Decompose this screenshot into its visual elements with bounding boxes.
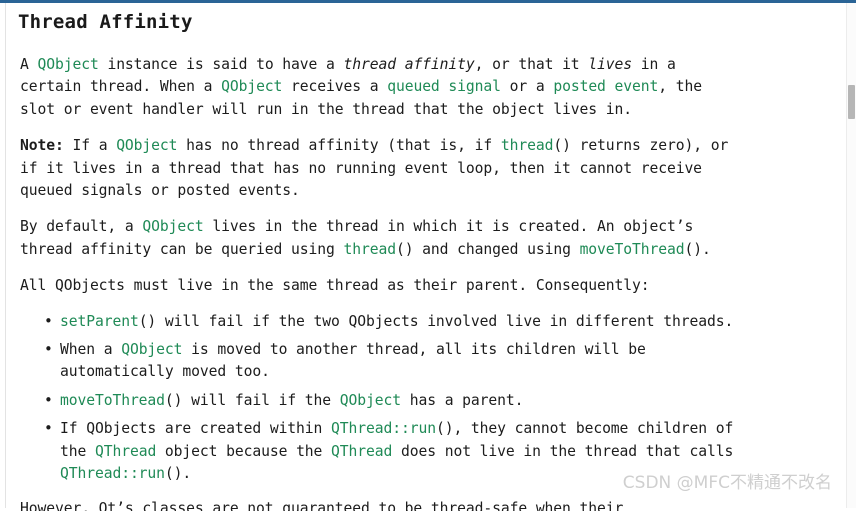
list-item: If QObjects are created within QThread::… bbox=[44, 418, 825, 485]
emphasis-lives: lives bbox=[588, 56, 633, 73]
link-qthread-run[interactable]: QThread::run bbox=[60, 465, 165, 482]
text-run: By default, a bbox=[20, 218, 143, 236]
text-run: object because the bbox=[156, 442, 332, 460]
link-thread[interactable]: thread bbox=[343, 241, 396, 258]
text-run: If a bbox=[63, 137, 117, 155]
vertical-scrollbar[interactable] bbox=[846, 3, 856, 508]
text-run: does not live in the thread that calls bbox=[400, 442, 734, 460]
page-title: Thread Affinity bbox=[18, 11, 193, 33]
text-run: receives a bbox=[282, 78, 388, 96]
document-body: Thread Affinity A QObject instance is sa… bbox=[0, 3, 845, 511]
link-qobject[interactable]: QObject bbox=[38, 56, 99, 73]
text-run: () will fail if the two QObjects involve… bbox=[138, 312, 734, 330]
text-run: has a parent. bbox=[400, 391, 524, 409]
link-movetothread[interactable]: moveToThread bbox=[580, 241, 685, 258]
link-qobject[interactable]: QObject bbox=[116, 137, 177, 154]
text-run: (). bbox=[684, 240, 711, 258]
text-run: If QObjects are created within bbox=[60, 420, 332, 438]
link-qobject[interactable]: QObject bbox=[221, 78, 282, 95]
text-run: () will fail if the bbox=[164, 391, 340, 409]
text-run: When a bbox=[60, 341, 122, 359]
list-item: moveToThread() will fail if the QObject … bbox=[44, 390, 825, 413]
link-setparent[interactable]: setParent bbox=[60, 313, 139, 330]
text-run: or a bbox=[500, 78, 554, 96]
link-qthread[interactable]: QThread bbox=[95, 443, 156, 460]
list-item: setParent() will fail if the two QObject… bbox=[44, 311, 825, 334]
paragraph-all-qobjects: All QObjects must live in the same threa… bbox=[0, 275, 845, 297]
link-qobject[interactable]: QObject bbox=[340, 392, 401, 409]
text-run: () and changed using bbox=[395, 240, 580, 258]
text-run: (). bbox=[164, 465, 192, 483]
clipped-next-paragraph: However, Qt’s classes are not guaranteed… bbox=[20, 500, 624, 511]
link-movetothread[interactable]: moveToThread bbox=[60, 392, 165, 409]
text-run: instance is said to have a bbox=[98, 56, 344, 73]
text-run: A bbox=[20, 56, 38, 73]
link-qobject[interactable]: QObject bbox=[142, 218, 203, 235]
link-qthread[interactable]: QThread bbox=[331, 443, 392, 460]
link-thread[interactable]: thread bbox=[501, 137, 554, 154]
paragraph-note: Note: If a QObject has no thread affinit… bbox=[0, 135, 845, 202]
link-posted-event[interactable]: posted event bbox=[553, 78, 658, 95]
paragraph-by-default: By default, a QObject lives in the threa… bbox=[0, 216, 845, 261]
link-qobject[interactable]: QObject bbox=[121, 341, 182, 358]
link-qthread-run[interactable]: QThread::run bbox=[331, 420, 436, 437]
list-item: When a QObject is moved to another threa… bbox=[44, 339, 825, 384]
consequences-list: setParent() will fail if the two QObject… bbox=[0, 311, 845, 486]
note-label: Note: bbox=[20, 137, 64, 155]
paragraph-intro: A QObject instance is said to have a thr… bbox=[0, 54, 845, 121]
link-queued-signal[interactable]: queued signal bbox=[387, 78, 501, 95]
emphasis-thread-affinity: thread affinity bbox=[343, 56, 475, 73]
vertical-scroll-thumb[interactable] bbox=[848, 85, 855, 119]
text-run: has no thread affinity (that is, if bbox=[177, 137, 501, 155]
text-run: , or that it bbox=[474, 56, 589, 73]
text-run: All QObjects must live in the same threa… bbox=[20, 277, 650, 295]
